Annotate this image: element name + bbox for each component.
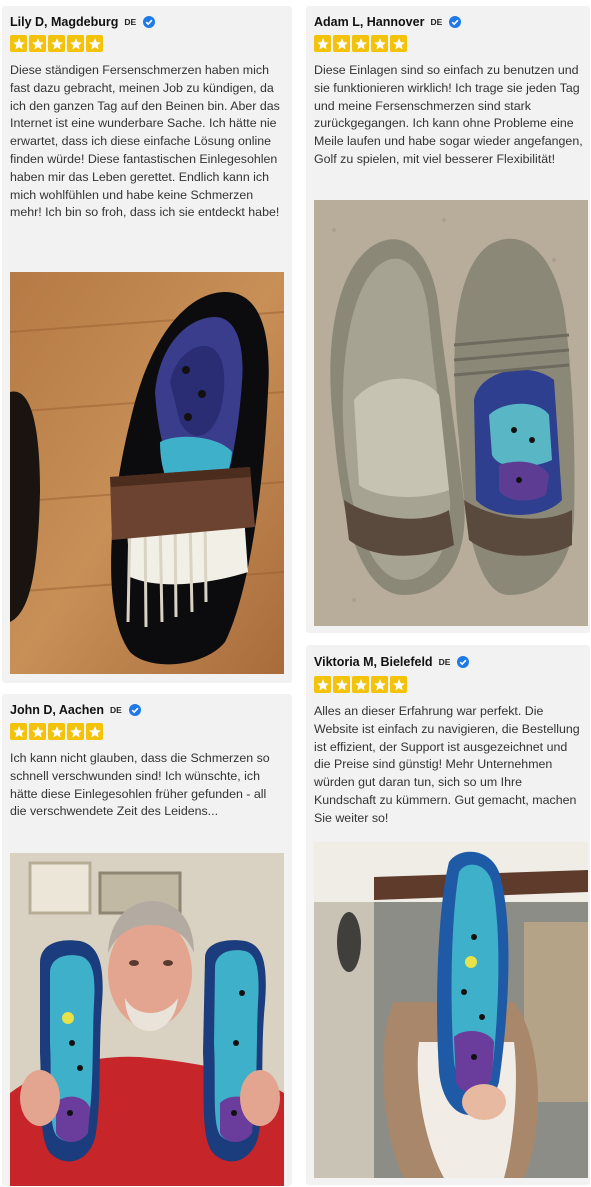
star-icon [67, 723, 84, 740]
verified-badge-icon [143, 16, 156, 28]
star-icon [333, 676, 350, 693]
star-rating [314, 676, 407, 693]
country-code: DE [110, 705, 122, 715]
star-icon [352, 676, 369, 693]
star-icon [10, 723, 27, 740]
review-card-john: John D, Aachen DE Ich kann nicht glauben… [2, 694, 292, 1186]
review-photo-woman-holding-insole[interactable] [314, 842, 588, 1178]
country-code: DE [124, 17, 137, 27]
star-rating [10, 35, 103, 52]
review-card-adam: Adam L, Hannover DE Diese Einlagen sind … [306, 6, 590, 633]
star-icon [390, 35, 407, 52]
review-header: John D, Aachen DE [10, 703, 141, 717]
review-text: Ich kann nicht glauben, dass die Schmerz… [10, 751, 270, 819]
verified-badge-icon [457, 656, 470, 668]
star-icon [371, 676, 388, 693]
review-card-viktoria: Viktoria M, Bielefeld DE Alles an dieser… [306, 645, 590, 1185]
star-icon [29, 35, 46, 52]
star-icon [333, 35, 350, 52]
review-text: Diese Einlagen sind so einfach zu benutz… [314, 63, 583, 166]
reviewer-name: Lily D, Magdeburg [10, 15, 119, 29]
star-icon [48, 723, 65, 740]
star-icon [67, 35, 84, 52]
review-text: Diese ständigen Fersenschmerzen haben mi… [10, 63, 280, 220]
verified-badge-icon [449, 16, 462, 28]
review-photo-shoe-insole[interactable] [10, 272, 284, 674]
star-icon [314, 676, 331, 693]
star-icon [390, 676, 407, 693]
country-code: DE [430, 17, 443, 27]
star-icon [371, 35, 388, 52]
star-icon [48, 35, 65, 52]
review-card-lily: Lily D, Magdeburg DE Diese ständigen Fer… [2, 6, 292, 683]
review-photo-man-holding-insoles[interactable] [10, 853, 284, 1186]
star-icon [10, 35, 27, 52]
review-photo-sneakers-insole[interactable] [314, 200, 588, 626]
review-header: Lily D, Magdeburg DE [10, 15, 156, 29]
star-icon [352, 35, 369, 52]
star-icon [86, 35, 103, 52]
star-rating [10, 723, 103, 740]
reviewer-name: John D, Aachen [10, 703, 104, 717]
star-rating [314, 35, 407, 52]
star-icon [86, 723, 103, 740]
star-icon [29, 723, 46, 740]
country-code: DE [438, 657, 451, 667]
star-icon [314, 35, 331, 52]
review-header: Viktoria M, Bielefeld DE [314, 655, 470, 669]
review-header: Adam L, Hannover DE [314, 15, 462, 29]
reviewer-name: Viktoria M, Bielefeld [314, 655, 433, 669]
review-text: Alles an dieser Erfahrung war perfekt. D… [314, 704, 580, 825]
reviewer-name: Adam L, Hannover [314, 15, 425, 29]
verified-badge-icon [128, 704, 141, 716]
